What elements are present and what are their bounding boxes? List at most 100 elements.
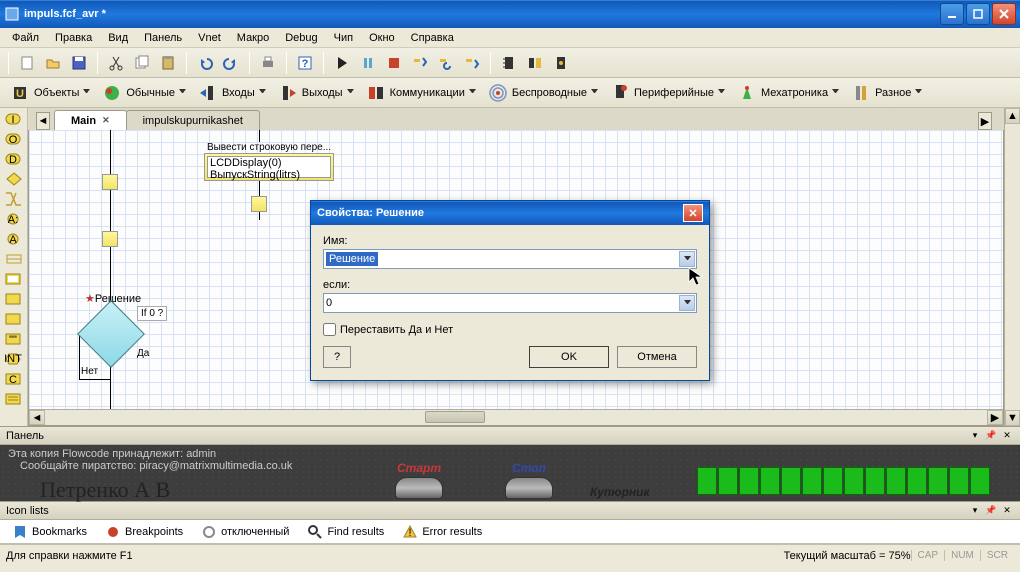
inputs-group[interactable]: Входы	[192, 81, 272, 105]
start-knob[interactable]	[395, 477, 443, 499]
paste-button[interactable]	[156, 51, 180, 75]
tab-bookmarks[interactable]: Bookmarks	[4, 521, 95, 543]
wireless-group[interactable]: Беспроводные	[482, 81, 604, 105]
ok-button[interactable]: OK	[529, 346, 609, 368]
misc-group[interactable]: Разное	[845, 81, 928, 105]
iconlists-menu-icon[interactable]: ▾	[968, 504, 982, 518]
compile-hex-button[interactable]	[523, 51, 547, 75]
pause-button[interactable]	[356, 51, 380, 75]
pal-comment-icon[interactable]	[2, 390, 26, 408]
pal-macro-icon[interactable]	[2, 270, 26, 288]
save-button[interactable]	[67, 51, 91, 75]
decision-node[interactable]	[87, 310, 135, 358]
name-dropdown-button[interactable]	[679, 251, 695, 267]
decision-condition: If 0 ?	[137, 306, 167, 321]
program-chip-button[interactable]	[549, 51, 573, 75]
panel-btn-start: Старт	[397, 461, 441, 475]
tab-prev-button[interactable]: ◄	[36, 112, 50, 130]
tab-findresults[interactable]: Find results	[299, 521, 392, 543]
pal-loop-icon[interactable]	[2, 250, 26, 268]
tab-impuls[interactable]: impulskupurnikashet	[126, 110, 260, 130]
pal-string-icon[interactable]: ""	[2, 330, 26, 348]
iconlists-pin-icon[interactable]: 📌	[984, 504, 998, 518]
tab-errorresults[interactable]: !Error results	[394, 521, 490, 543]
if-combo[interactable]: 0	[323, 293, 697, 313]
step-out-button[interactable]	[460, 51, 484, 75]
objects-group[interactable]: UОбъекты	[4, 81, 96, 105]
common-group[interactable]: Обычные	[96, 81, 192, 105]
decision-no-label: Нет	[81, 366, 98, 377]
scroll-up-button[interactable]: ▲	[1005, 108, 1020, 124]
mechatronics-group[interactable]: Мехатроника	[731, 81, 845, 105]
iconlists-close-icon[interactable]: ✕	[1000, 504, 1014, 518]
print-button[interactable]	[256, 51, 280, 75]
canvas-vscroll[interactable]: ▲ ▼	[1004, 108, 1020, 426]
menu-view[interactable]: Вид	[100, 30, 136, 46]
copy-button[interactable]	[130, 51, 154, 75]
scroll-down-button[interactable]: ▼	[1005, 410, 1020, 426]
tab-breakpoints[interactable]: Breakpoints	[97, 521, 191, 543]
stop-knob[interactable]	[505, 477, 553, 499]
svg-text:A: A	[9, 234, 17, 246]
comms-group[interactable]: Коммуникации	[360, 81, 482, 105]
menu-vnet[interactable]: Vnet	[190, 30, 229, 46]
pal-a-icon[interactable]: A	[2, 230, 26, 248]
step-into-button[interactable]	[408, 51, 432, 75]
stop-button[interactable]	[382, 51, 406, 75]
pal-delay-icon[interactable]: D	[2, 150, 26, 168]
scroll-right-button[interactable]: ▶	[987, 410, 1003, 425]
menu-bar: Файл Правка Вид Панель Vnet Макро Debug …	[0, 28, 1020, 48]
maximize-button[interactable]	[966, 3, 990, 25]
panel-close-icon[interactable]: ✕	[1000, 429, 1014, 443]
menu-panel[interactable]: Панель	[136, 30, 190, 46]
redo-button[interactable]	[219, 51, 243, 75]
if-label: если:	[323, 279, 697, 291]
pal-conn-icon[interactable]: A:	[2, 210, 26, 228]
search-icon	[307, 524, 323, 540]
close-button[interactable]	[992, 3, 1016, 25]
pal-calc-icon[interactable]	[2, 310, 26, 328]
open-button[interactable]	[41, 51, 65, 75]
menu-macro[interactable]: Макро	[229, 30, 277, 46]
help-button[interactable]: ?	[323, 346, 351, 368]
if-dropdown-button[interactable]	[679, 295, 695, 311]
dialog-close-button[interactable]: ✕	[683, 204, 703, 222]
cancel-button[interactable]: Отмена	[617, 346, 697, 368]
canvas-hscroll[interactable]: ◄ ▶	[29, 409, 1003, 425]
tab-next-button[interactable]: ▶	[978, 112, 992, 130]
compile-chip-button[interactable]	[497, 51, 521, 75]
undo-button[interactable]	[193, 51, 217, 75]
menu-debug[interactable]: Debug	[277, 30, 325, 46]
pal-output-icon[interactable]: O	[2, 130, 26, 148]
pal-c-icon[interactable]: C	[2, 370, 26, 388]
panel-menu-icon[interactable]: ▾	[968, 429, 982, 443]
outputs-group[interactable]: Выходы	[272, 81, 360, 105]
help-button[interactable]: ?	[293, 51, 317, 75]
step-over-button[interactable]	[434, 51, 458, 75]
run-button[interactable]	[330, 51, 354, 75]
menu-window[interactable]: Окно	[361, 30, 403, 46]
new-button[interactable]	[15, 51, 39, 75]
tab-disabled[interactable]: отключенный	[193, 521, 297, 543]
svg-text:I: I	[11, 114, 14, 126]
panel-pin-icon[interactable]: 📌	[984, 429, 998, 443]
minimize-button[interactable]	[940, 3, 964, 25]
pal-int-icon[interactable]: INT	[2, 350, 26, 368]
pal-input-icon[interactable]: I	[2, 110, 26, 128]
tab-strip: ◄ Main✕ impulskupurnikashet ▶	[28, 108, 1004, 130]
pal-comp-icon[interactable]	[2, 290, 26, 308]
pal-switch-icon[interactable]	[2, 190, 26, 208]
peripheral-group[interactable]: Периферийные	[604, 81, 731, 105]
tab-close-icon[interactable]: ✕	[102, 115, 110, 126]
scroll-left-button[interactable]: ◄	[29, 410, 45, 425]
name-combo[interactable]: Решение	[323, 249, 697, 269]
swap-checkbox[interactable]	[323, 323, 336, 336]
cut-button[interactable]	[104, 51, 128, 75]
tab-main[interactable]: Main✕	[54, 110, 127, 130]
pal-decision-icon[interactable]	[2, 170, 26, 188]
menu-file[interactable]: Файл	[4, 30, 47, 46]
menu-edit[interactable]: Правка	[47, 30, 100, 46]
bookmark-icon	[12, 524, 28, 540]
menu-help[interactable]: Справка	[403, 30, 462, 46]
menu-chip[interactable]: Чип	[326, 30, 361, 46]
